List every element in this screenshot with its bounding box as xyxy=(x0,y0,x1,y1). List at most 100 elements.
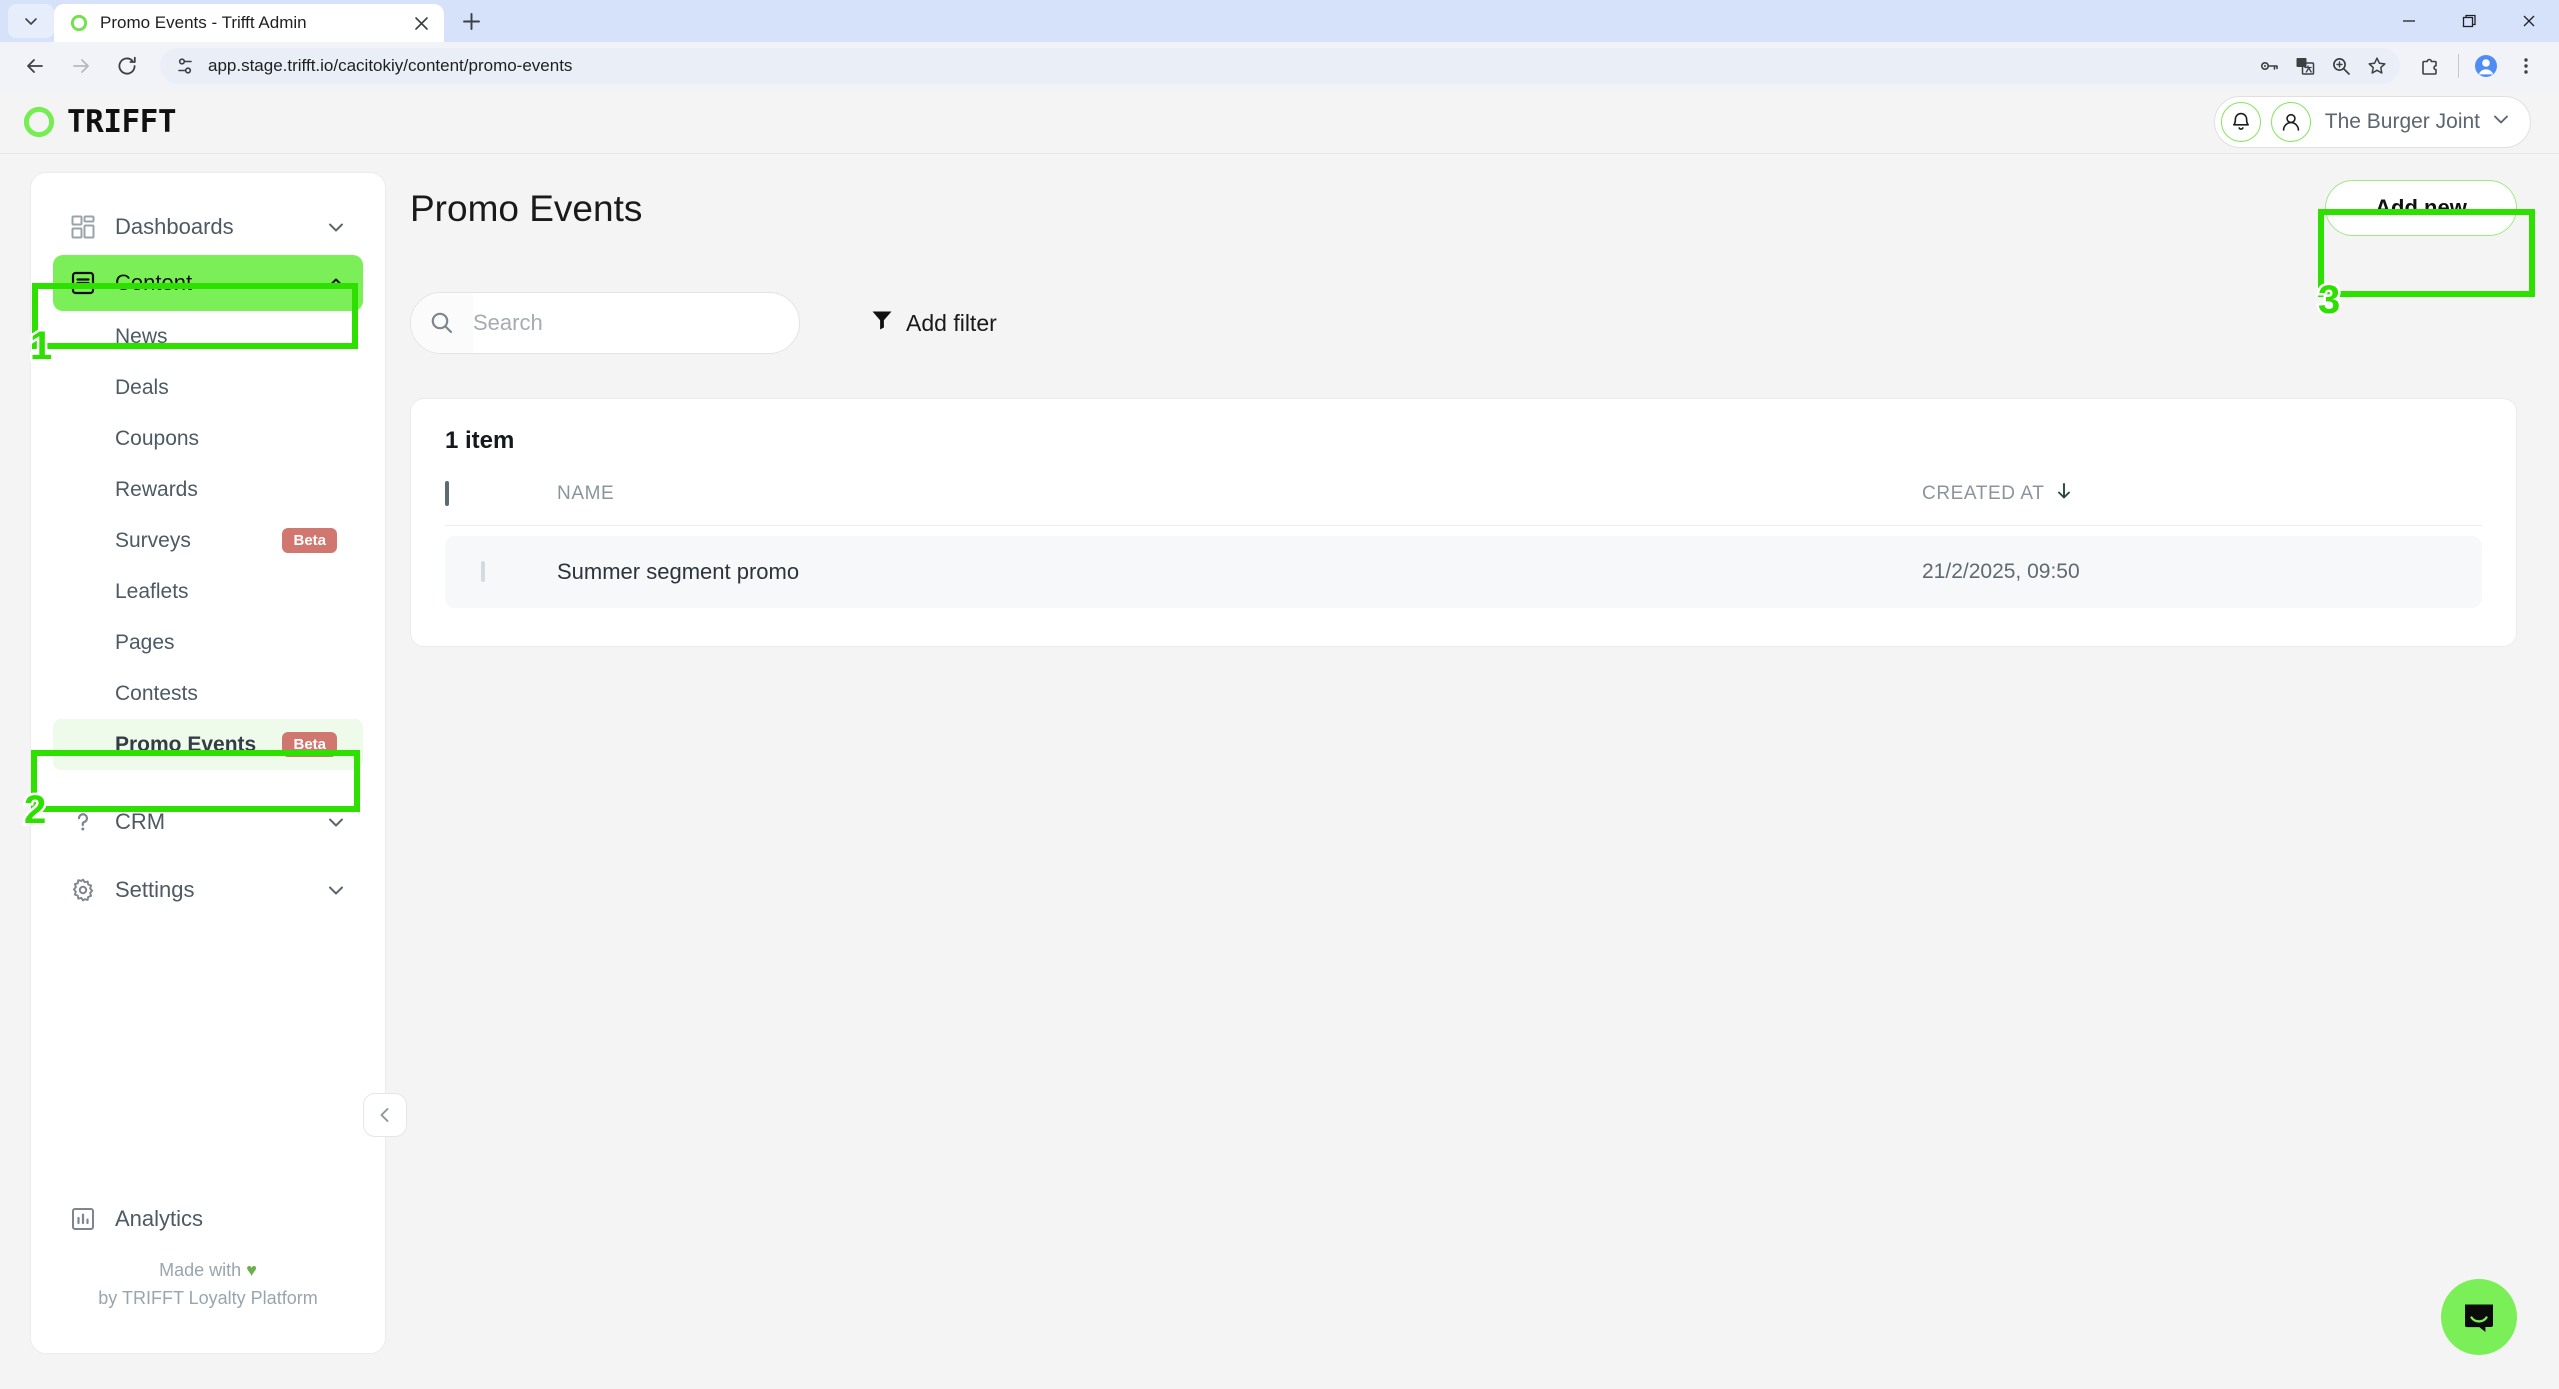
bookmark-star-icon[interactable] xyxy=(2360,49,2394,83)
search-box[interactable] xyxy=(410,292,800,354)
trifft-admin-app: TRIFFT The Burger Joint Dashboards Conte… xyxy=(0,90,2559,1389)
heart-icon: ♥ xyxy=(246,1260,257,1281)
sidebar-item-surveys[interactable]: Surveys Beta xyxy=(53,515,363,566)
user-person-icon[interactable] xyxy=(2270,101,2311,142)
table-row-cellwrap: Summer segment promo 21/2/2025, 09:50 xyxy=(445,526,2482,608)
sidebar-item-dashboards[interactable]: Dashboards xyxy=(53,199,363,255)
close-icon[interactable] xyxy=(408,10,434,36)
browser-window: Promo Events - Trifft Admin app.stage.tr… xyxy=(0,0,2559,1389)
annotation-number-3: 3 xyxy=(2315,278,2342,323)
item-count: 1 item xyxy=(445,427,515,454)
browser-toolbar: app.stage.trifft.io/cacitokiy/content/pr… xyxy=(0,42,2559,90)
sidebar-label-crm: CRM xyxy=(115,809,166,834)
sidebar-collapse-button[interactable] xyxy=(363,1093,407,1137)
add-filter-label: Add filter xyxy=(906,309,997,336)
app-header: TRIFFT The Burger Joint xyxy=(0,90,2559,154)
chrome-menu-icon[interactable] xyxy=(2507,47,2545,85)
trifft-ring-icon xyxy=(23,106,55,137)
page-title: Promo Events xyxy=(410,188,643,229)
select-all-checkbox[interactable] xyxy=(445,481,449,506)
minimize-button[interactable] xyxy=(2379,0,2439,42)
translate-icon[interactable] xyxy=(2288,49,2322,83)
row-select-cell xyxy=(445,561,557,582)
url-text: app.stage.trifft.io/cacitokiy/content/pr… xyxy=(208,56,573,75)
search-icon xyxy=(411,293,473,353)
intercom-chat-button[interactable] xyxy=(2441,1279,2517,1355)
bar-chart-icon xyxy=(69,1205,97,1233)
tab-title: Promo Events - Trifft Admin xyxy=(100,13,307,32)
add-new-button[interactable]: Add new xyxy=(2325,180,2517,236)
sidebar-label-deals: Deals xyxy=(115,375,169,399)
close-window-button[interactable] xyxy=(2499,0,2559,42)
address-bar[interactable]: app.stage.trifft.io/cacitokiy/content/pr… xyxy=(160,48,2400,84)
notification-bell-icon[interactable] xyxy=(2220,101,2261,142)
org-switcher[interactable]: The Burger Joint xyxy=(2213,95,2531,148)
toolbar-right-icons xyxy=(2412,47,2545,85)
omnibox-actions xyxy=(2252,48,2394,84)
nav-group-crm: CRM xyxy=(31,794,385,850)
reload-icon[interactable] xyxy=(106,45,148,87)
chevron-down-icon[interactable] xyxy=(2490,108,2512,135)
new-tab-button[interactable] xyxy=(452,2,490,40)
column-header-created-at-label: CREATED AT xyxy=(1922,483,2045,504)
forward-arrow-icon[interactable] xyxy=(60,45,102,87)
chevron-down-icon[interactable] xyxy=(325,879,347,901)
browser-tabstrip: Promo Events - Trifft Admin xyxy=(0,0,2559,42)
annotation-number-1: 1 xyxy=(27,324,54,369)
sidebar-item-crm[interactable]: CRM xyxy=(53,794,363,850)
cell-name: Summer segment promo xyxy=(557,559,800,584)
sidebar-item-content[interactable]: Content xyxy=(53,255,363,311)
chevron-down-icon[interactable] xyxy=(325,216,347,238)
sidebar-item-leaflets[interactable]: Leaflets xyxy=(53,566,363,617)
column-header-created-at[interactable]: CREATED AT xyxy=(1922,481,2482,526)
add-filter-button[interactable]: Add filter xyxy=(870,308,997,338)
browser-tab[interactable]: Promo Events - Trifft Admin xyxy=(54,4,444,42)
sidebar-item-settings[interactable]: Settings xyxy=(53,862,363,918)
sidebar-label-promo-events: Promo Events xyxy=(115,732,257,756)
search-input[interactable] xyxy=(473,293,799,353)
row-checkbox[interactable] xyxy=(481,561,485,582)
sidebar-label-dashboards: Dashboards xyxy=(115,214,234,239)
intercom-chat-icon xyxy=(2465,1304,2493,1332)
sidebar-wrapper: Dashboards Content News Deals Coupons Re… xyxy=(0,154,407,1389)
table-row[interactable]: Summer segment promo 21/2/2025, 09:50 xyxy=(445,526,2482,608)
chevron-left-icon xyxy=(380,1108,389,1122)
status-badge: Beta xyxy=(282,528,337,553)
sidebar-item-rewards[interactable]: Rewards xyxy=(53,464,363,515)
profile-avatar-icon[interactable] xyxy=(2467,47,2505,85)
nav-group-analytics: Analytics xyxy=(31,1191,385,1247)
sidebar-item-coupons[interactable]: Coupons xyxy=(53,413,363,464)
tab-search-button[interactable] xyxy=(8,4,54,38)
extensions-puzzle-icon[interactable] xyxy=(2412,47,2450,85)
maximize-button[interactable] xyxy=(2439,0,2499,42)
window-controls xyxy=(2379,0,2559,42)
sidebar-item-deals[interactable]: Deals xyxy=(53,362,363,413)
sidebar-label-coupons: Coupons xyxy=(115,426,200,450)
sidebar-label-pages: Pages xyxy=(115,630,175,654)
chevron-up-icon[interactable] xyxy=(325,272,347,294)
chevron-down-icon[interactable] xyxy=(325,811,347,833)
sidebar-item-news[interactable]: News xyxy=(53,311,363,362)
password-key-icon[interactable] xyxy=(2252,49,2286,83)
sidebar-item-promo-events[interactable]: Promo Events Beta xyxy=(53,719,363,770)
select-all-header xyxy=(445,481,557,526)
question-mark-icon xyxy=(69,808,97,836)
gear-icon xyxy=(69,876,97,904)
sidebar-label-surveys: Surveys xyxy=(115,528,191,552)
sidebar-item-contests[interactable]: Contests xyxy=(53,668,363,719)
column-header-name[interactable]: NAME xyxy=(557,481,1922,526)
zoom-search-icon[interactable] xyxy=(2324,49,2358,83)
promo-events-table: NAME CREATED AT Summer segment promo 21/… xyxy=(445,481,2482,608)
org-name: The Burger Joint xyxy=(2324,109,2480,133)
back-arrow-icon[interactable] xyxy=(14,45,56,87)
status-badge: Beta xyxy=(282,732,337,757)
arrow-down-icon[interactable] xyxy=(2054,481,2074,507)
trifft-ring-icon xyxy=(70,14,88,32)
nav-group-settings: Settings xyxy=(31,862,385,918)
sidebar-item-analytics[interactable]: Analytics xyxy=(53,1191,363,1247)
table-row-inner[interactable]: Summer segment promo 21/2/2025, 09:50 xyxy=(445,536,2482,608)
sidebar-item-pages[interactable]: Pages xyxy=(53,617,363,668)
footer-platform: by TRIFFT Loyalty Platform xyxy=(98,1288,318,1309)
trifft-logo[interactable]: TRIFFT xyxy=(22,104,176,140)
